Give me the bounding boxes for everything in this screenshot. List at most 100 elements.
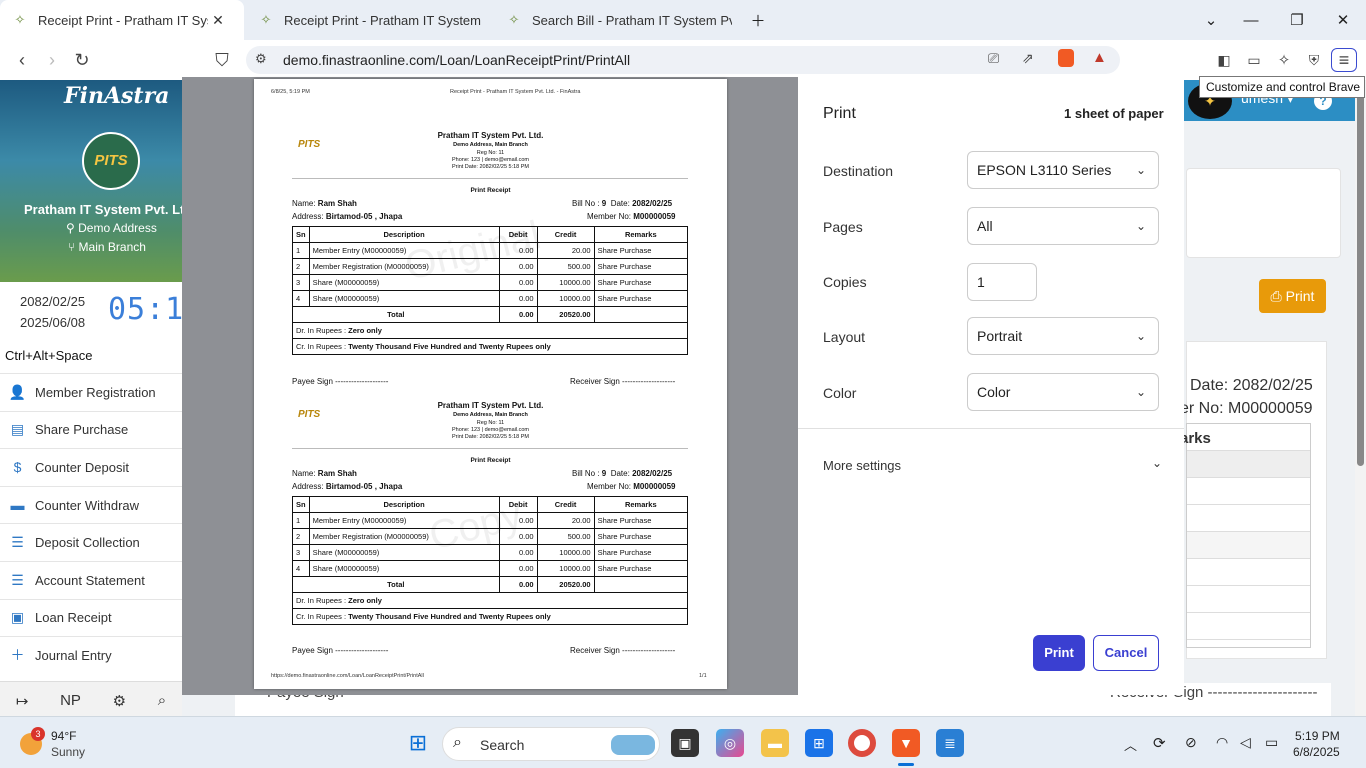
cell-credit: 20.00	[536, 242, 595, 259]
sidebar-item-account-statement[interactable]: ☰ Account Statement	[0, 560, 182, 599]
scrollbar-thumb[interactable]	[1357, 92, 1364, 466]
taskbar-search[interactable]: ⌕ Search	[442, 727, 660, 761]
site-info-icon[interactable]: ⚙	[255, 51, 267, 67]
cell-debit: 0.00	[498, 290, 538, 307]
color-select[interactable]: Color ⌄	[967, 373, 1159, 411]
forward-icon[interactable]: ›	[39, 48, 65, 72]
sidebar-item-member-registration[interactable]: 👤 Member Registration	[0, 373, 182, 411]
menu-hamburger-icon[interactable]: ≡	[1331, 48, 1357, 72]
cell-remarks: Share Purchase	[593, 512, 689, 529]
taskbar-date: 6/8/2025	[1293, 745, 1340, 759]
user-plus-icon: 👤	[8, 383, 27, 400]
close-tab-icon[interactable]: ✕	[208, 12, 228, 29]
total-debit: 0.00	[498, 306, 538, 323]
dr-value: Zero only	[348, 326, 382, 335]
sidebar-item-counter-deposit[interactable]: $ Counter Deposit	[0, 448, 182, 486]
destination-value: EPSON L3110 Series	[977, 162, 1112, 178]
coin-icon: $	[13, 459, 22, 476]
org-address: ⚲ Demo Address	[66, 221, 157, 235]
copies-input[interactable]: 1	[967, 263, 1037, 301]
tab-search-bill[interactable]: ✧ Search Bill - Pratham IT System Pvt. L…	[494, 0, 744, 40]
search-icon[interactable]: ⌕	[158, 692, 166, 709]
windows-start-icon[interactable]: ⊞	[404, 729, 432, 757]
settings-gear-icon[interactable]: ⚙	[113, 692, 126, 710]
task-view-icon[interactable]: ▣	[671, 729, 699, 757]
temperature: 94°F	[51, 729, 77, 743]
tab-title: Search Bill - Pratham IT System Pvt. Lt	[532, 12, 732, 28]
receipt-title: Print Receipt	[470, 187, 511, 194]
cell-desc: Share (M00000059)	[308, 290, 500, 307]
chrome-icon[interactable]	[848, 729, 876, 757]
sidebar-item-loan-receipt[interactable]: ▣ Loan Receipt	[0, 598, 182, 637]
logout-icon[interactable]: ↦	[16, 692, 29, 710]
wallet-icon[interactable]: ▭	[1241, 48, 1267, 72]
battery-icon[interactable]: ▭	[1265, 734, 1278, 751]
notepad-icon[interactable]: ≣	[936, 729, 964, 757]
back-icon[interactable]: ‹	[9, 48, 35, 72]
show-hidden-icons-chevron-icon[interactable]: ︿	[1124, 735, 1137, 754]
install-app-icon[interactable]: ⎚	[988, 50, 999, 67]
tab-receipt-print-active[interactable]: ✧ Receipt Print - Pratham IT System ✕	[0, 0, 244, 40]
language-toggle[interactable]: NP	[60, 692, 81, 709]
wifi-icon[interactable]: ◠	[1216, 734, 1228, 751]
color-value: Color	[977, 384, 1011, 400]
brave-rewards-icon[interactable]: ▲	[1092, 49, 1107, 66]
sidebar-toggle-icon[interactable]: ◧	[1211, 48, 1237, 72]
org-branch: ⑂ Main Branch	[68, 240, 146, 254]
new-tab-icon[interactable]: ＋	[735, 0, 781, 40]
cr-label: Cr. In Rupees :	[296, 612, 347, 621]
app-print-button[interactable]: ⎙ Print	[1259, 279, 1326, 313]
total-label: Total	[292, 306, 500, 323]
close-window-icon[interactable]: ✕	[1320, 0, 1366, 40]
microsoft-store-icon[interactable]: ⊞	[805, 729, 833, 757]
reload-icon[interactable]: ↻	[69, 48, 95, 72]
print-preview-page[interactable]: 6/8/25, 5:19 PM Receipt Print - Pratham …	[254, 79, 727, 689]
preview-footer-page: 1/1	[699, 673, 707, 679]
sidebar-item-label: Account Statement	[35, 572, 145, 588]
more-settings-toggle[interactable]: More settings ⌄	[798, 447, 1184, 483]
navigation-bar: ‹ › ↻ ⛉ ⚙ demo.finastraonline.com/Loan/L…	[0, 40, 1366, 80]
bookmark-icon[interactable]: ⛉	[209, 48, 235, 72]
sidebar-item-journal-entry[interactable]: ＋ Journal Entry	[0, 636, 182, 674]
sidebar-item-share-purchase[interactable]: ▤ Share Purchase	[0, 410, 182, 449]
receiver-sign: Receiver Sign --------------------	[570, 377, 676, 386]
sidebar-item-counter-withdraw[interactable]: ▬ Counter Withdraw	[0, 485, 182, 524]
table-row: 4 Share (M00000059) 0.00 10000.00 Share Purc…	[292, 290, 689, 307]
sync-icon[interactable]: ⟳	[1153, 734, 1166, 752]
money-icon: ▣	[10, 609, 25, 626]
taskbar-clock[interactable]: 5:19 PM 6/8/2025	[1293, 728, 1340, 760]
pages-select[interactable]: All ⌄	[967, 207, 1159, 245]
volume-icon[interactable]: ◁	[1240, 734, 1251, 751]
chevron-down-icon: ⌄	[1135, 385, 1146, 399]
layout-value: Portrait	[977, 328, 1023, 344]
tab-receipt-print[interactable]: ✧ Receipt Print - Pratham IT System Pvt.	[246, 0, 490, 40]
network-off-icon[interactable]: ⊘	[1185, 734, 1197, 751]
address-bar[interactable]: ⚙ demo.finastraonline.com/Loan/LoanRecei…	[246, 46, 1120, 74]
cell-remarks: Share Purchase	[593, 274, 689, 291]
address-label: Address:	[292, 212, 324, 221]
cell-debit: 0.00	[498, 544, 538, 561]
finastra-favicon-icon: ✧	[260, 12, 272, 27]
minimize-icon[interactable]: —	[1228, 0, 1274, 40]
file-explorer-icon[interactable]: ▬	[761, 729, 789, 757]
cr-words-row: Cr. In Rupees : Twenty Thousand Five Hun…	[292, 608, 688, 625]
maximize-icon[interactable]: ❐	[1274, 0, 1320, 40]
sidebar-item-label: Loan Receipt	[35, 610, 112, 626]
brave-shields-icon[interactable]	[1058, 49, 1074, 67]
more-settings-label: More settings	[823, 458, 902, 473]
taskbar-time: 5:19 PM	[1295, 729, 1340, 743]
copilot-icon[interactable]: ◎	[716, 729, 744, 757]
destination-select[interactable]: EPSON L3110 Series ⌄	[967, 151, 1159, 189]
cell-sn: 1	[292, 512, 310, 529]
share-icon[interactable]: ⇗	[1022, 50, 1034, 67]
receipt-member: Member No: M00000059	[587, 212, 676, 221]
cell-credit: 500.00	[536, 258, 595, 275]
vpn-icon[interactable]: ⛨	[1301, 48, 1327, 72]
dr-words-row: Dr. In Rupees : Zero only	[292, 592, 688, 609]
layout-select[interactable]: Portrait ⌄	[967, 317, 1159, 355]
brave-browser-icon[interactable]: ▼	[892, 729, 920, 757]
print-button[interactable]: Print	[1033, 635, 1085, 671]
leo-ai-icon[interactable]: ✧	[1271, 48, 1297, 72]
sidebar-item-deposit-collection[interactable]: ☰ Deposit Collection	[0, 523, 182, 561]
cancel-button[interactable]: Cancel	[1093, 635, 1159, 671]
